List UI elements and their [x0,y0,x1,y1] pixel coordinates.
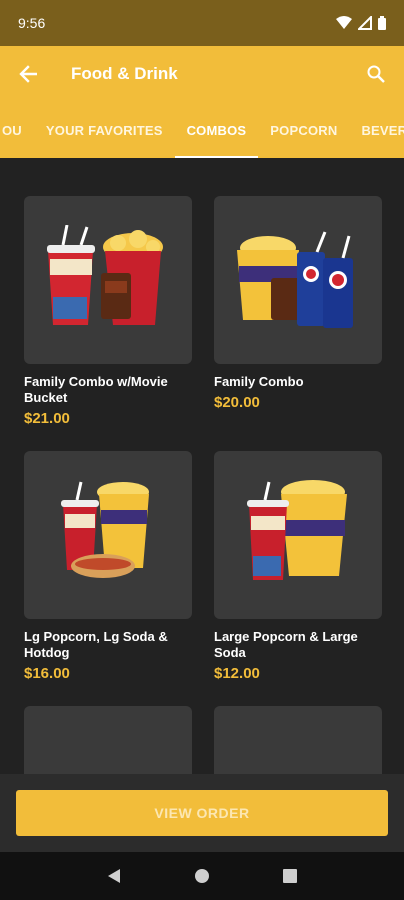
product-image [214,451,382,619]
product-name: Large Popcorn & Large Soda [214,629,358,660]
product-image [24,451,192,619]
soda-image [268,764,328,774]
tab-label: BEVERAG [361,122,404,138]
tab-partial-left[interactable]: OU [0,102,34,158]
soda-image [78,764,138,774]
tab-label: COMBOS [186,122,247,138]
system-nav-bar [0,852,404,900]
product-card[interactable]: Large Popcorn & Large Soda $12.00 [214,451,382,682]
product-name: Family Combo [214,374,304,389]
popcorn-soda-image [247,480,347,580]
tab-popcorn[interactable]: POPCORN [258,102,349,158]
family-combo-image [237,231,353,328]
product-card[interactable] [214,706,382,774]
product-card[interactable]: Lg Popcorn, Lg Soda & Hotdog $16.00 [24,451,192,682]
battery-icon [378,16,386,30]
product-image [24,706,192,774]
search-icon [367,65,385,83]
status-bar: 9:56 [0,0,404,46]
tab-beverages[interactable]: BEVERAG [349,102,404,158]
back-button[interactable] [0,46,56,102]
tab-label: YOUR FAVORITES [45,122,163,138]
product-card[interactable] [24,706,192,774]
nav-home-icon[interactable] [194,868,210,884]
popcorn-soda-hotdog-image [61,481,149,578]
tab-label: OU [2,122,22,138]
product-grid: Family Combo w/Movie Bucket $21.00 Famil… [0,158,404,774]
product-image [24,196,192,364]
signal-icon [358,16,372,30]
wifi-icon [336,16,352,29]
tab-combos[interactable]: COMBOS [174,102,259,158]
product-price: $12.00 [214,665,260,682]
product-name: Lg Popcorn, Lg Soda & Hotdog [24,629,168,660]
tab-label: POPCORN [270,122,338,138]
order-bar: VIEW ORDER [0,774,404,852]
app-bar: Food & Drink [0,46,404,102]
product-card[interactable]: Family Combo w/Movie Bucket $21.00 [24,196,192,427]
nav-back-icon[interactable] [106,868,122,884]
product-card[interactable]: Family Combo $20.00 [214,196,382,411]
status-time: 9:56 [18,15,46,31]
product-image [214,196,382,364]
product-image [214,706,382,774]
page-title: Food & Drink [71,64,178,83]
nav-recents-icon[interactable] [282,868,298,884]
product-price: $20.00 [214,394,260,411]
product-price: $16.00 [24,665,70,682]
view-order-button[interactable]: VIEW ORDER [16,790,388,836]
tab-your-favorites[interactable]: YOUR FAVORITES [34,102,175,158]
arrow-back-icon [19,65,37,83]
status-icons [336,16,386,30]
product-name: Family Combo w/Movie Bucket [24,374,168,405]
search-button[interactable] [348,46,404,102]
category-tabs: OU YOUR FAVORITES COMBOS POPCORN BEVERAG [0,102,404,158]
product-price: $21.00 [24,410,70,427]
family-combo-movie-bucket-image [47,225,163,325]
